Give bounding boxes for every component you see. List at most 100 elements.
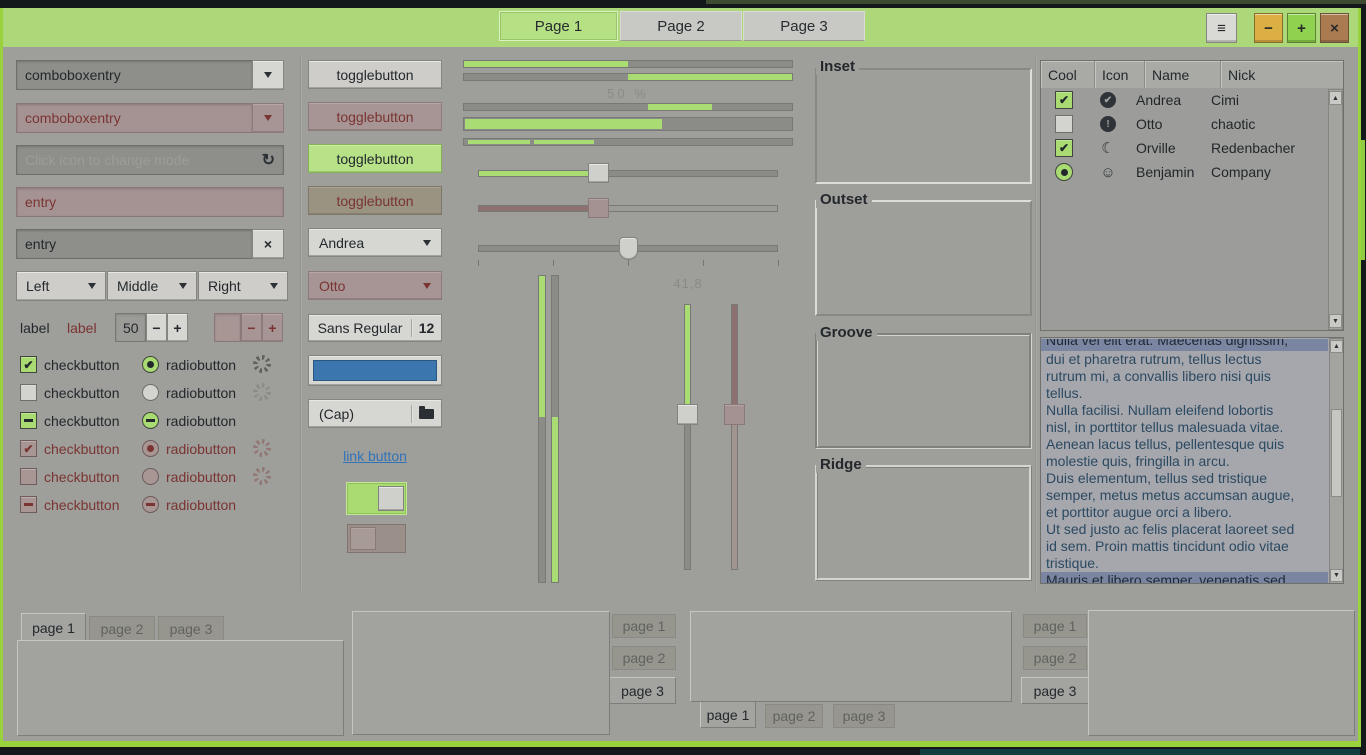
- tab-label: page 2: [1034, 650, 1077, 666]
- cell-nick[interactable]: Cimi: [1204, 92, 1343, 108]
- radiobutton-label[interactable]: radiobutton: [166, 412, 236, 429]
- font-button[interactable]: Sans Regular 12: [308, 314, 442, 342]
- spinbutton-disabled-minus-button: −: [241, 313, 262, 342]
- checkbox-indeterminate[interactable]: [20, 412, 37, 429]
- cell-name[interactable]: Benjamin: [1129, 164, 1204, 180]
- vscale-handle[interactable]: [677, 404, 698, 425]
- spinbutton-minus-button[interactable]: −: [146, 313, 167, 342]
- close-button[interactable]: ×: [1320, 13, 1349, 43]
- comboboxentry-dropdown-button[interactable]: [252, 60, 284, 90]
- entry-clear-button[interactable]: ×: [252, 229, 284, 259]
- scroll-down-button[interactable]: ▼: [1329, 314, 1342, 328]
- cell-nick[interactable]: Redenbacher: [1204, 140, 1343, 156]
- column-header-cool[interactable]: Cool: [1041, 61, 1095, 88]
- hscale-trough[interactable]: [478, 170, 778, 177]
- dropdown-right[interactable]: Right: [198, 271, 288, 301]
- scrollbar-thumb[interactable]: [1331, 409, 1342, 497]
- maximize-button[interactable]: +: [1287, 13, 1316, 43]
- titlebar[interactable]: Page 1 Page 2 Page 3 ≡ − + ×: [3, 8, 1358, 47]
- dropdown-left[interactable]: Left: [16, 271, 106, 301]
- radiobutton-label[interactable]: radiobutton: [166, 356, 236, 373]
- tab-page1-active[interactable]: page 1: [700, 702, 756, 728]
- radiobutton-label[interactable]: radiobutton: [166, 384, 236, 401]
- cell-cool[interactable]: [1041, 115, 1087, 133]
- tab-page3-active[interactable]: page 3: [1021, 677, 1088, 704]
- radio-unselected[interactable]: [142, 384, 159, 401]
- checkbox-unchecked[interactable]: [20, 384, 37, 401]
- titlebar-tab-page2[interactable]: Page 2: [620, 11, 742, 41]
- cell-cool[interactable]: [1041, 163, 1087, 181]
- tab-label: page 1: [32, 620, 75, 636]
- column-header-nick[interactable]: Nick: [1221, 61, 1343, 88]
- dropdown-middle[interactable]: Middle: [107, 271, 197, 301]
- icon-mode-entry[interactable]: Click icon to change mode ↻: [16, 145, 284, 175]
- tab-page2[interactable]: page 2: [1023, 646, 1087, 670]
- plus-icon: +: [268, 320, 276, 336]
- textview[interactable]: Nulla vel elit erat. Maecenas dignissim,…: [1040, 337, 1344, 584]
- file-chooser-button[interactable]: (Cap): [308, 399, 442, 428]
- tab-page3-active[interactable]: page 3: [610, 677, 676, 704]
- table-scrollbar[interactable]: ▲ ▼: [1328, 89, 1343, 330]
- tab-page1[interactable]: page 1: [1023, 614, 1087, 638]
- tab-page1-active[interactable]: page 1: [21, 613, 86, 641]
- radio-selected[interactable]: [142, 356, 159, 373]
- radio-indeterminate[interactable]: [142, 412, 159, 429]
- cell-cool[interactable]: ✔: [1041, 139, 1087, 157]
- scroll-up-button[interactable]: ▲: [1330, 340, 1343, 353]
- cell-nick[interactable]: Company: [1204, 164, 1343, 180]
- chevron-down-icon: [270, 283, 278, 289]
- link-button[interactable]: link button: [330, 448, 420, 464]
- cell-nick[interactable]: chaotic: [1204, 116, 1343, 132]
- vscale-value-label: 41,8: [663, 276, 713, 291]
- dropdown-middle-label: Middle: [117, 278, 158, 294]
- titlebar-tab-page3[interactable]: Page 3: [743, 11, 865, 41]
- togglebutton-normal[interactable]: togglebutton: [308, 60, 442, 89]
- checkbox-checked[interactable]: ✔: [1055, 139, 1073, 157]
- titlebar-tab-page1[interactable]: Page 1: [499, 11, 618, 41]
- column-header-name[interactable]: Name: [1145, 61, 1221, 88]
- spinbutton-plus-button[interactable]: +: [167, 313, 188, 342]
- refresh-icon[interactable]: ↻: [262, 150, 275, 170]
- combobox-andrea[interactable]: Andrea: [308, 228, 442, 257]
- vscale-trough[interactable]: [684, 304, 691, 570]
- scroll-up-button[interactable]: ▲: [1329, 91, 1342, 105]
- switch-on[interactable]: [347, 483, 406, 514]
- table-row[interactable]: ✔ ✔ Andrea Cimi: [1041, 88, 1343, 112]
- cell-cool[interactable]: ✔: [1041, 91, 1087, 109]
- table-row[interactable]: ✔ ☾ Orville Redenbacher: [1041, 136, 1343, 160]
- tab-page3[interactable]: page 3: [833, 704, 895, 728]
- notebook-tabs-right: page 1 page 2 page 3: [352, 610, 677, 736]
- table-row[interactable]: ! Otto chaotic: [1041, 112, 1343, 136]
- switch-on-knob[interactable]: [378, 486, 404, 511]
- tab-page2[interactable]: page 2: [89, 616, 155, 641]
- checkbox-unchecked[interactable]: [1055, 115, 1073, 133]
- checkbutton-label[interactable]: checkbutton: [44, 412, 120, 429]
- cell-name[interactable]: Orville: [1129, 140, 1204, 156]
- comboboxentry-input[interactable]: comboboxentry: [16, 60, 253, 90]
- togglebutton-active[interactable]: togglebutton: [308, 144, 442, 173]
- menu-button[interactable]: ≡: [1206, 13, 1237, 43]
- checkbutton-label[interactable]: checkbutton: [44, 356, 120, 373]
- hscale-handle[interactable]: [588, 163, 609, 183]
- checkbox-checked[interactable]: ✔: [20, 356, 37, 373]
- tab-page1[interactable]: page 1: [612, 614, 676, 638]
- entry-with-clear[interactable]: entry: [16, 229, 253, 259]
- minimize-button[interactable]: −: [1254, 13, 1283, 43]
- tab-page2[interactable]: page 2: [765, 704, 823, 728]
- textview-scrollbar[interactable]: ▲ ▼: [1329, 338, 1344, 584]
- spinbutton-value[interactable]: 50: [115, 313, 146, 342]
- checkbutton-label[interactable]: checkbutton: [44, 384, 120, 401]
- table-row[interactable]: ☺ Benjamin Company: [1041, 160, 1343, 184]
- cell-name[interactable]: Otto: [1129, 116, 1204, 132]
- textview-content[interactable]: dui et pharetra rutrum, tellus lectus ru…: [1046, 351, 1328, 572]
- checkbox-checked[interactable]: ✔: [1055, 91, 1073, 109]
- cell-name[interactable]: Andrea: [1129, 92, 1204, 108]
- column-header-icon[interactable]: Icon: [1095, 61, 1145, 88]
- color-button[interactable]: [308, 355, 442, 386]
- hscale-marks-handle[interactable]: [619, 237, 638, 260]
- tab-page2[interactable]: page 2: [612, 646, 676, 670]
- scroll-down-button[interactable]: ▼: [1330, 569, 1343, 582]
- frame-ridge-label: Ridge: [816, 457, 866, 473]
- radio-selected[interactable]: [1055, 163, 1073, 181]
- tab-page3[interactable]: page 3: [158, 616, 224, 641]
